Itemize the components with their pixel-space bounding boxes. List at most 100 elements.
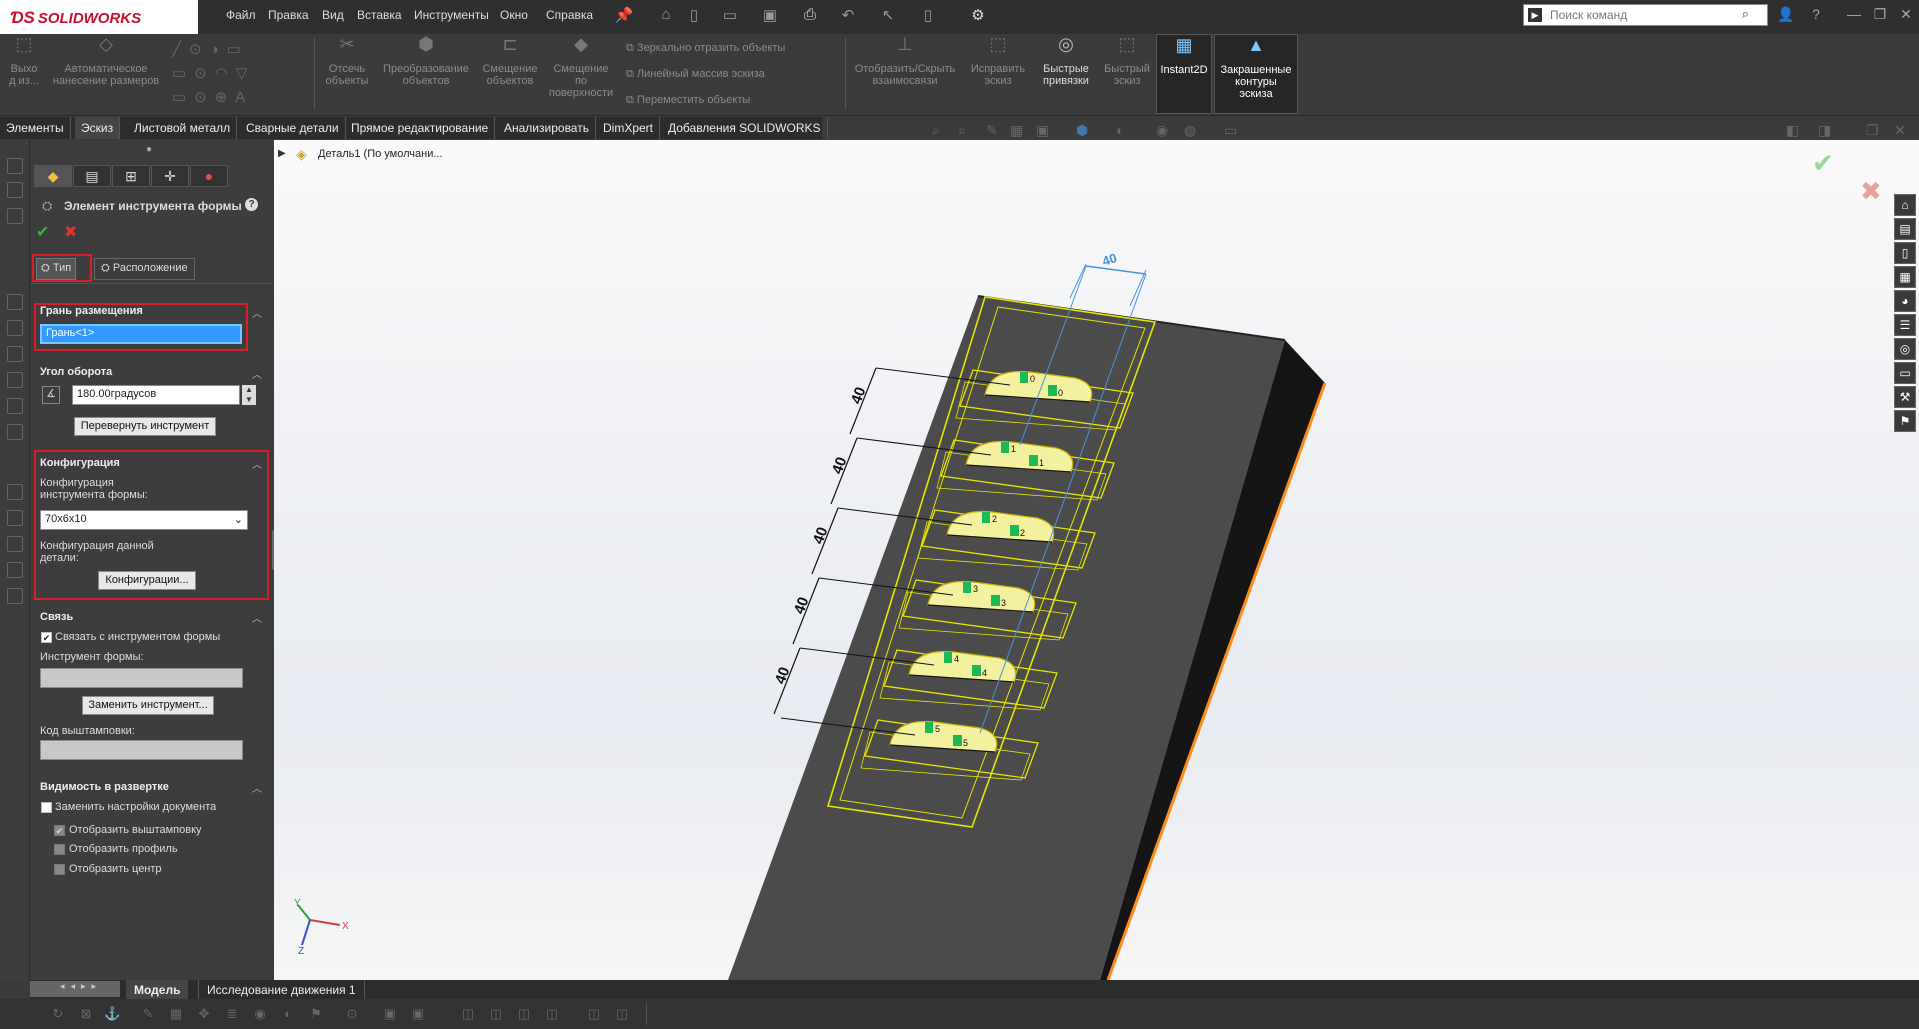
feature-icon[interactable]: ◫ [516, 1006, 532, 1022]
menu-help[interactable]: Справка [546, 8, 593, 22]
tab-sketch[interactable]: Эскиз [75, 117, 121, 139]
feature-icon[interactable]: ◫ [586, 1006, 602, 1022]
mirror-button[interactable]: ⧉ Зеркально отразить объекты [626, 42, 785, 55]
strip-tool-icon[interactable] [7, 588, 23, 604]
collapse-chevron-icon[interactable]: ︿ [252, 610, 262, 625]
close-icon[interactable]: ✕ [1896, 6, 1916, 23]
collapse-chevron-icon[interactable]: ︿ [252, 305, 262, 320]
viewport-tile-right-icon[interactable]: ◨ [1818, 122, 1831, 139]
strip-tool-icon[interactable] [7, 320, 23, 336]
tab-addins[interactable]: Добавления SOLIDWORKS [662, 117, 828, 139]
point-icon[interactable]: ⊙ [344, 1006, 360, 1022]
strip-tool-icon[interactable] [7, 510, 23, 526]
smart-dimension-button[interactable]: ◇ Автоматическое нанесение размеров [46, 34, 166, 114]
tab-configuration-manager[interactable]: ⊞ [112, 165, 150, 187]
dim-value[interactable]: 40 [791, 595, 813, 616]
appearance-icon[interactable]: ◍ [1184, 122, 1196, 139]
collapse-chevron-icon[interactable]: ︿ [252, 456, 262, 471]
convert-entities-button[interactable]: ⬢ Преобразование объектов [378, 34, 474, 114]
strip-tool-icon[interactable] [7, 346, 23, 362]
exit-sketch-button[interactable]: ⬚ Выхо д из... [4, 34, 44, 114]
display-icon[interactable]: ◐ [280, 1006, 296, 1022]
view-icon[interactable]: ◉ [252, 1006, 268, 1022]
menu-file[interactable]: Файл [226, 8, 256, 22]
open-icon[interactable]: ▭ [720, 6, 740, 26]
display-relations-button[interactable]: ⊥ Отобразить/Скрыть взаимосвязи [850, 34, 960, 114]
new-icon[interactable]: ▯ [684, 6, 704, 26]
menu-view[interactable]: Вид [322, 8, 344, 22]
link-checkbox[interactable]: ✔ [41, 632, 52, 643]
ok-check-icon[interactable]: ✔ [36, 222, 49, 242]
sketch-icon[interactable]: ✎ [140, 1006, 156, 1022]
tab-model[interactable]: Модель [126, 980, 189, 999]
strip-tool-icon[interactable] [7, 562, 23, 578]
restore-icon[interactable]: ❐ [1870, 6, 1890, 23]
tab-sheet-metal[interactable]: Листовой металл [128, 117, 238, 139]
cancel-x-icon[interactable]: ✖ [64, 222, 77, 242]
rotate-icon[interactable]: ↻ [50, 1006, 66, 1022]
strip-tool-icon[interactable] [7, 158, 23, 174]
tab-display-manager[interactable]: ● [190, 165, 228, 187]
cube-icon[interactable]: ▣ [410, 1006, 426, 1022]
layer-icon[interactable]: ≣ [224, 1006, 240, 1022]
mate-icon[interactable]: ⊠ [78, 1006, 94, 1022]
tab-dimxpert[interactable]: DimXpert [597, 117, 661, 139]
search-input[interactable]: ▶ Поиск команд ⌕ [1523, 4, 1768, 26]
viewport-restore-icon[interactable]: ❐ [1866, 122, 1879, 139]
collapse-chevron-icon[interactable]: ︿ [252, 366, 262, 381]
section-view-icon[interactable]: ▦ [1010, 122, 1023, 139]
options-gear-icon[interactable]: ⚙ [968, 6, 988, 26]
tab-position[interactable]: ⛭ Расположение [94, 258, 195, 280]
dim-value[interactable]: 40 [848, 385, 870, 406]
show-punch-checkbox[interactable]: ✔ [54, 825, 65, 836]
dim-value[interactable]: 40 [810, 525, 832, 546]
user-icon[interactable]: 👤 [1776, 6, 1796, 23]
rotation-angle-input[interactable]: 180.00градусов [72, 385, 240, 405]
tab-dimxpert-manager[interactable]: ✛ [151, 165, 189, 187]
tab-scroll-arrows[interactable]: ◂◂▸▸ [30, 981, 120, 997]
save-icon[interactable]: ▣ [760, 6, 780, 26]
previous-view-icon[interactable]: ✎ [986, 122, 998, 139]
shaded-contours-button[interactable]: ▲ Закрашенные контуры эскиза [1214, 34, 1298, 114]
menu-edit[interactable]: Правка [268, 8, 309, 22]
menu-insert[interactable]: Вставка [357, 8, 402, 22]
cube-icon[interactable]: ▣ [382, 1006, 398, 1022]
strip-tool-icon[interactable] [7, 484, 23, 500]
anchor-icon[interactable]: ⚓ [104, 1006, 120, 1022]
panel-collapse-dot[interactable]: ● [146, 144, 152, 155]
form-tool-field[interactable] [40, 668, 243, 688]
dim-value[interactable]: 40 [829, 455, 851, 476]
viewport-tile-icon[interactable]: ◧ [1786, 122, 1799, 139]
strip-tool-icon[interactable] [7, 208, 23, 224]
strip-tool-icon[interactable] [7, 398, 23, 414]
replace-tool-button[interactable]: Заменить инструмент... [82, 696, 214, 715]
feature-icon[interactable]: ◫ [614, 1006, 630, 1022]
search-icon[interactable]: ⌕ [1742, 6, 1749, 22]
table-icon[interactable]: ▦ [168, 1006, 184, 1022]
feature-icon[interactable]: ◫ [460, 1006, 476, 1022]
feature-icon[interactable]: ◫ [544, 1006, 560, 1022]
rapid-sketch-button[interactable]: ⬚ Быстрый эскиз [1100, 34, 1154, 114]
top-dim-value[interactable]: 40 [1100, 250, 1118, 269]
linear-pattern-button[interactable]: ⧉ Линейный массив эскиза [626, 68, 765, 81]
placement-face-field[interactable]: Грань<1> [40, 324, 242, 344]
help-icon[interactable]: ? [1806, 6, 1826, 22]
solidworks-logo[interactable]: ƊS SOLIDWORKS [0, 0, 198, 34]
strip-tool-icon[interactable] [7, 424, 23, 440]
offset-entities-button[interactable]: ⊏ Смещение объектов [478, 34, 542, 114]
tab-weldments[interactable]: Сварные детали [240, 117, 346, 139]
tab-evaluate[interactable]: Анализировать [498, 117, 596, 139]
configurations-button[interactable]: Конфигурации... [98, 571, 196, 590]
pin-icon[interactable]: 📌 [614, 6, 634, 26]
zoom-area-icon[interactable]: ⌕ [958, 122, 966, 139]
show-center-checkbox[interactable] [54, 864, 65, 875]
override-checkbox[interactable] [41, 802, 52, 813]
show-profile-checkbox[interactable] [54, 844, 65, 855]
offset-surface-button[interactable]: ◆ Смещение по поверхности [548, 34, 614, 114]
rebuild-icon[interactable]: ▯ [918, 6, 938, 26]
trim-button[interactable]: ✂ Отсечь объекты [318, 34, 376, 114]
home-icon[interactable]: ⌂ [656, 6, 676, 26]
collapse-chevron-icon[interactable]: ︿ [252, 780, 262, 795]
tab-features[interactable]: Элементы [0, 117, 71, 139]
display-style-icon[interactable]: ◐ [1116, 122, 1124, 138]
